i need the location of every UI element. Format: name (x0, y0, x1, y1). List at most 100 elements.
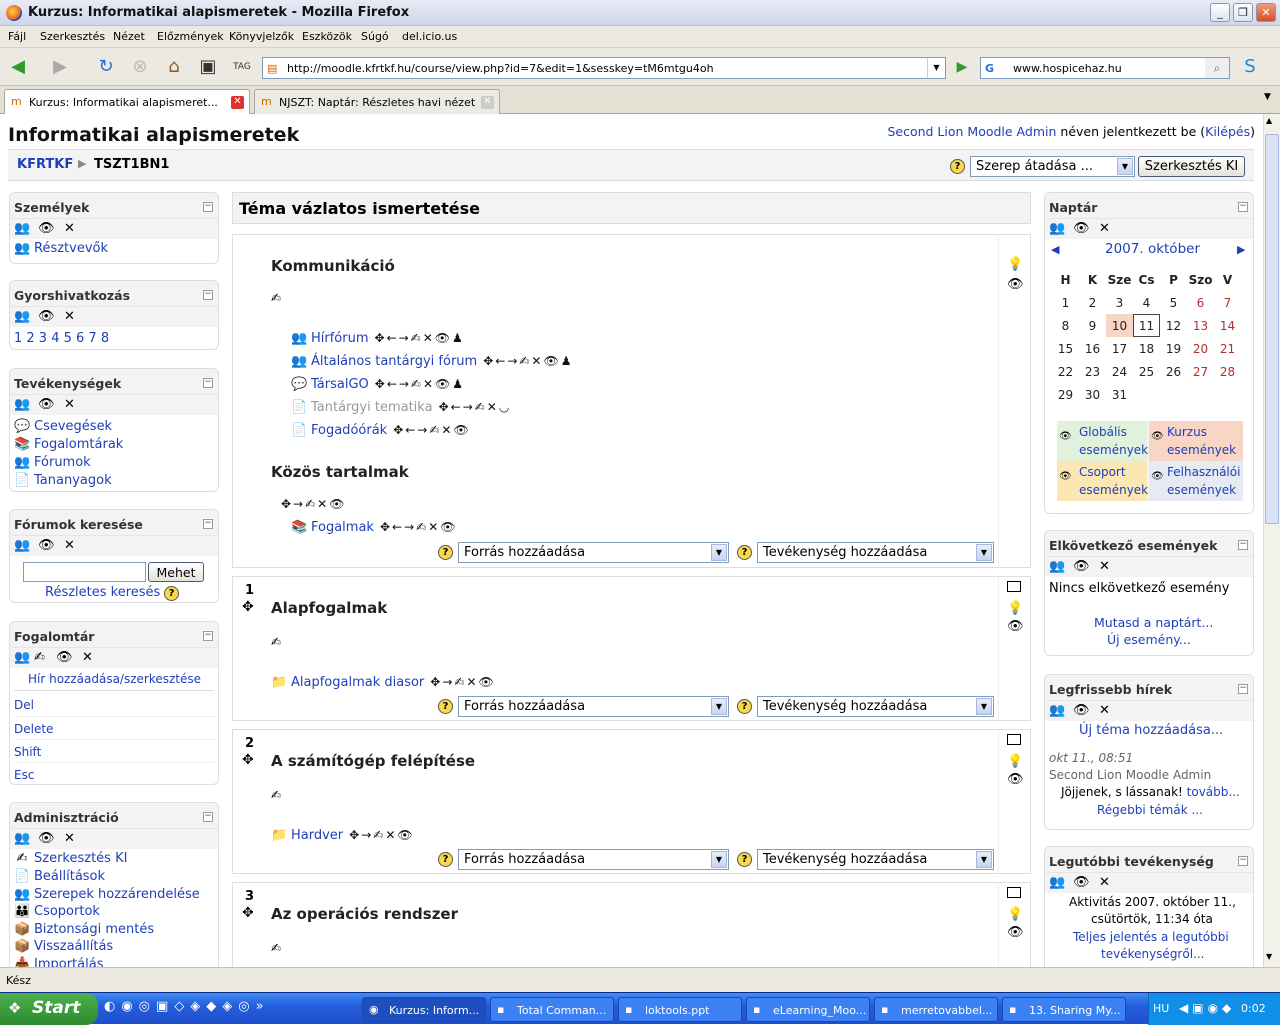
collapse-icon[interactable]: − (1238, 202, 1248, 212)
calendar-day[interactable]: 25 (1133, 360, 1160, 383)
activity-chat[interactable]: 💬 TársalGO ✥←→✍✕👁♟ (291, 377, 465, 392)
menu-bookmarks[interactable]: Könyvjelzők (229, 30, 294, 43)
menu-edit[interactable]: Szerkesztés (40, 30, 105, 43)
previous-month-icon[interactable]: ◀ (1051, 243, 1059, 256)
scroll-down-icon[interactable]: ▼ (1266, 952, 1272, 961)
highlight-icon[interactable]: 💡 (1007, 907, 1023, 922)
activity-slides[interactable]: 📁 Alapfogalmak diasor ✥→✍✕👁 (271, 675, 496, 690)
calendar-day[interactable]: 13 (1187, 314, 1214, 337)
calendar-day[interactable]: 29 (1052, 383, 1079, 406)
close-tab-icon[interactable]: ✕ (481, 96, 494, 109)
collapse-icon[interactable]: − (203, 290, 213, 300)
tab-course[interactable]: m Kurzus: Informatikai alapismeret... ✕ (4, 89, 250, 114)
edit-off-button[interactable]: Szerkesztés KI (1138, 156, 1245, 177)
delete-icon[interactable]: ✕ (64, 831, 75, 846)
calendar-day[interactable]: 16 (1079, 337, 1106, 360)
next-month-icon[interactable]: ▶ (1237, 243, 1245, 256)
calendar-day[interactable]: 30 (1079, 383, 1106, 406)
home-icon[interactable]: ⌂ (162, 56, 186, 78)
breadcrumb-home[interactable]: KFRTKF (17, 157, 73, 172)
edit-summary-icon[interactable]: ✍ (271, 788, 281, 802)
move-icon[interactable]: ✥ (242, 599, 254, 615)
back-icon[interactable]: ◀ (6, 56, 30, 78)
roles-icon[interactable]: 👥 (14, 221, 30, 236)
tray-icons[interactable]: ◀▣◉◆ (1179, 1001, 1235, 1015)
help-icon[interactable]: ? (164, 586, 179, 601)
add-topic-link[interactable]: Új téma hozzáadása... (1079, 723, 1223, 738)
taskbar-item-firefox[interactable]: ◉ Kurzus: Inform... (362, 997, 486, 1022)
eye-icon[interactable]: 👁 (1073, 875, 1090, 890)
forward-icon[interactable]: ▶ (48, 56, 72, 78)
roles-icon[interactable]: 👥 (14, 650, 30, 665)
admin-groups-link[interactable]: 👪 Csoportok (14, 904, 100, 919)
calendar-day[interactable]: 1 (1052, 291, 1079, 314)
highlight-icon[interactable]: 💡 (1007, 754, 1023, 769)
chats-link[interactable]: 💬 Csevegések (14, 419, 112, 434)
help-icon[interactable]: ? (737, 852, 752, 867)
participants-link[interactable]: 👥 Résztvevők (14, 241, 108, 256)
menu-help[interactable]: Súgó (361, 30, 389, 43)
roles-icon[interactable]: 👥 (1049, 559, 1065, 574)
start-button[interactable]: ❖ Start (0, 993, 98, 1025)
admin-settings-link[interactable]: 📄 Beállítások (14, 869, 105, 884)
roles-icon[interactable]: 👥 (14, 397, 30, 412)
roles-icon[interactable]: 👥 (1049, 875, 1065, 890)
delete-icon[interactable]: ✕ (82, 650, 93, 665)
help-icon[interactable]: ? (950, 159, 965, 174)
close-tab-icon[interactable]: ✕ (231, 96, 244, 109)
search-icon[interactable]: ⌕ (1205, 58, 1229, 78)
read-more-link[interactable]: tovább... (1187, 785, 1240, 799)
menu-tools[interactable]: Eszközök (302, 30, 352, 43)
roles-icon[interactable]: 👥 (14, 831, 30, 846)
help-icon[interactable]: ? (438, 545, 453, 560)
logout-link[interactable]: Kilépés (1205, 124, 1250, 139)
role-select[interactable]: Szerep átadása ... ▼ (970, 156, 1135, 177)
calendar-day[interactable]: 4 (1133, 291, 1160, 314)
admin-edit-off-link[interactable]: ✍ Szerkesztés KI (14, 851, 128, 866)
collapse-icon[interactable]: − (203, 519, 213, 529)
taskbar-item-totalcmd[interactable]: ▪ Total Comman... (490, 997, 614, 1022)
collapse-icon[interactable]: − (203, 378, 213, 388)
edit-summary-icon[interactable]: ✍ (271, 941, 281, 955)
move-icon[interactable]: ✥ (242, 752, 254, 768)
add-activity-select[interactable]: Tevékenység hozzáadása ▼ (757, 696, 994, 717)
calendar-day[interactable]: 7 (1214, 291, 1241, 314)
new-event-link[interactable]: Új esemény... (1107, 632, 1191, 647)
eye-icon[interactable]: 👁 (1073, 559, 1090, 574)
eye-icon[interactable]: 👁 (1073, 221, 1090, 236)
glossary-entry[interactable]: Delete (14, 722, 53, 736)
eye-icon[interactable]: 👁 (38, 221, 55, 236)
edit-summary-icon[interactable]: ✍ (271, 291, 281, 305)
calendar-day[interactable]: 21 (1214, 337, 1241, 360)
tag-icon[interactable]: TAG (230, 56, 254, 78)
calendar-day-event[interactable]: 10 (1106, 314, 1133, 337)
show-only-section-icon[interactable] (1007, 734, 1021, 745)
scroll-thumb[interactable] (1265, 134, 1279, 524)
taskbar-item-elearning[interactable]: ▪ eLearning_Moo... (746, 997, 870, 1022)
calendar-day[interactable]: 19 (1160, 337, 1187, 360)
eye-icon[interactable]: 👁 (38, 309, 55, 324)
roles-icon[interactable]: 👥 (1049, 703, 1065, 718)
taskbar-item-merretovabb[interactable]: ▪ merretovabbel... (874, 997, 998, 1022)
screen-icon[interactable]: ▣ (196, 56, 220, 78)
minimize-button[interactable]: _ (1210, 3, 1230, 22)
show-only-section-icon[interactable] (1007, 581, 1021, 592)
activity-general-forum[interactable]: 👥 Általános tantárgyi fórum ✥←→✍✕👁♟ (291, 354, 573, 369)
eye-icon[interactable]: 👁 (56, 650, 73, 665)
close-window-button[interactable]: ✕ (1256, 3, 1276, 22)
collapse-icon[interactable]: − (203, 631, 213, 641)
activity-office-hours[interactable]: 📄 Fogadóórák ✥←→✍✕👁 (291, 423, 471, 438)
admin-restore-link[interactable]: 📦 Visszaállítás (14, 939, 113, 954)
activity-news-forum[interactable]: 👥 Hírfórum ✥←→✍✕👁♟ (291, 331, 465, 346)
add-activity-select[interactable]: Tevékenység hozzáadása ▼ (757, 849, 994, 870)
user-link[interactable]: Second Lion Moodle Admin (887, 124, 1056, 139)
add-activity-select[interactable]: Tevékenység hozzáadása ▼ (757, 542, 994, 563)
taskbar-item-ppt[interactable]: ▪ loktools.ppt (618, 997, 742, 1022)
label-tools-icon[interactable]: ✥→✍✕👁 (281, 497, 346, 511)
help-icon[interactable]: ? (438, 852, 453, 867)
section-number-links[interactable]: 1 2 3 4 5 6 7 8 (14, 331, 109, 346)
eye-icon[interactable]: 👁 (38, 831, 55, 846)
skype-icon[interactable]: S (1238, 56, 1262, 78)
calendar-day[interactable]: 8 (1052, 314, 1079, 337)
delete-icon[interactable]: ✕ (64, 538, 75, 553)
